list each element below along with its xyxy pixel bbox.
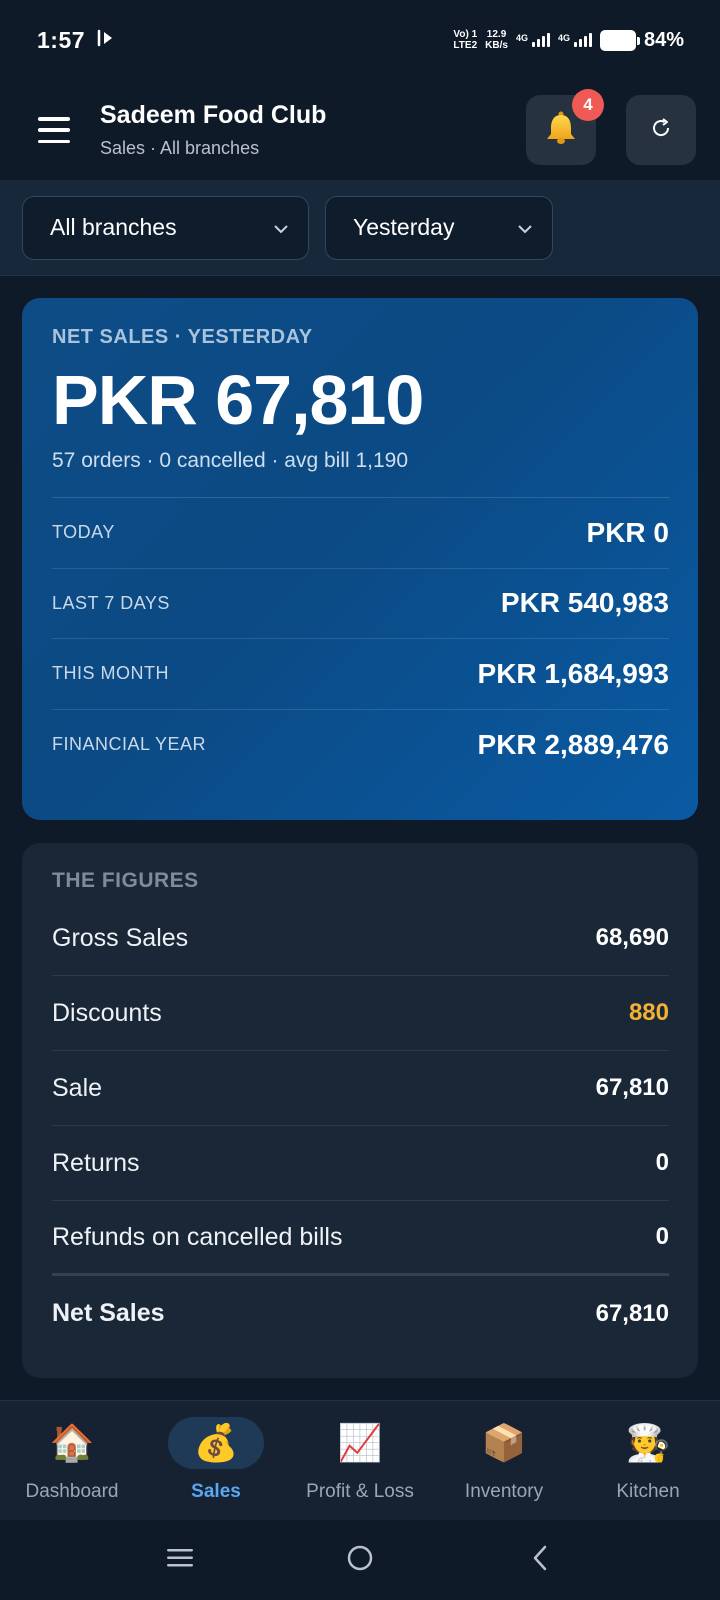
figure-row-gross-sales: Gross Sales 68,690 <box>52 901 669 976</box>
status-bar: 1:57 Vo) 1 LTE2 12.9 KB/s 4G 4G 84% <box>0 0 720 80</box>
back-button[interactable] <box>510 1540 570 1580</box>
battery-indicator: 84% <box>599 28 684 52</box>
battery-icon <box>599 29 640 51</box>
battery-percent: 84% <box>643 28 684 51</box>
system-navigation-bar <box>0 1520 720 1600</box>
figure-row-discounts: Discounts 880 <box>52 976 669 1051</box>
nav-label-kitchen: Kitchen <box>616 1481 680 1502</box>
money-bag-icon: 💰 <box>193 1422 239 1463</box>
nav-item-inventory[interactable]: 📦 Inventory <box>434 1417 574 1503</box>
period-selected: Yesterday <box>353 214 455 240</box>
cast-icon <box>95 27 117 54</box>
nav-item-kitchen[interactable]: 🧑‍🍳 Kitchen <box>578 1417 718 1503</box>
volte-indicator: Vo) 1 LTE2 <box>453 29 478 51</box>
net-sales-amount: PKR 67,810 <box>52 361 424 439</box>
status-time: 1:57 <box>37 26 86 53</box>
net-sales-meta: 57 orders · 0 cancelled · avg bill 1,190 <box>52 449 409 472</box>
nav-label-inventory: Inventory <box>464 1481 544 1502</box>
figures-list: Gross Sales 68,690 Discounts 880 Sale 67… <box>52 901 669 1351</box>
branch-dropdown[interactable]: All branches <box>22 195 309 260</box>
figure-row-sale: Sale 67,810 <box>52 1051 669 1126</box>
net-sales-label: NET SALES · YESTERDAY <box>52 326 313 348</box>
recent-apps-icon <box>166 1547 194 1574</box>
period-row-financial-year: FINANCIAL YEAR PKR 2,889,476 <box>52 728 669 760</box>
hamburger-menu-icon[interactable] <box>38 117 70 143</box>
nav-label-profit-loss: Profit & Loss <box>306 1481 414 1502</box>
chevron-down-icon <box>516 214 534 241</box>
signal-sim2-icon: 4G <box>558 33 592 47</box>
cook-icon: 🧑‍🍳 <box>625 1422 671 1463</box>
period-dropdown[interactable]: Yesterday <box>325 195 553 260</box>
chevron-down-icon <box>272 214 290 241</box>
refresh-icon <box>648 115 674 146</box>
branch-selected: All branches <box>50 214 177 240</box>
network-speed: 12.9 KB/s <box>485 29 508 51</box>
bottom-navigation: 🏠 Dashboard 💰 Sales 📈 Profit & Loss 📦 In… <box>0 1400 720 1520</box>
nav-label-sales: Sales <box>191 1481 241 1502</box>
app-subtitle: Sales · All branches <box>100 138 260 158</box>
period-row-last-7-days: LAST 7 DAYS PKR 540,983 <box>52 569 669 639</box>
back-arrow-icon <box>530 1544 550 1577</box>
package-icon: 📦 <box>481 1422 527 1463</box>
home-button[interactable] <box>330 1540 390 1580</box>
notifications-button[interactable]: 4 <box>526 89 604 165</box>
period-row-this-month: THIS MONTH PKR 1,684,993 <box>52 639 669 710</box>
sales-screen: 1:57 Vo) 1 LTE2 12.9 KB/s 4G 4G 84% Sade… <box>0 0 720 1600</box>
period-summary-list: TODAY PKR 0 LAST 7 DAYS PKR 540,983 THIS… <box>52 497 669 780</box>
app-header: Sadeem Food Club Sales · All branches 4 <box>0 80 720 180</box>
house-icon: 🏠 <box>49 1422 95 1463</box>
signal-sim1-icon: 4G <box>516 33 550 47</box>
nav-item-sales[interactable]: 💰 Sales <box>146 1417 286 1503</box>
figures-title: THE FIGURES <box>52 869 199 892</box>
nav-item-profit-loss[interactable]: 📈 Profit & Loss <box>290 1417 430 1503</box>
nav-label-dashboard: Dashboard <box>25 1481 119 1502</box>
status-left: 1:57 <box>37 27 117 54</box>
recent-apps-button[interactable] <box>150 1540 210 1580</box>
app-title: Sadeem Food Club <box>100 101 327 129</box>
refresh-button[interactable] <box>626 95 696 165</box>
figure-row-returns: Returns 0 <box>52 1126 669 1201</box>
figure-row-refunds: Refunds on cancelled bills 0 <box>52 1201 669 1276</box>
status-right: Vo) 1 LTE2 12.9 KB/s 4G 4G 84% <box>453 29 684 52</box>
period-row-today: TODAY PKR 0 <box>52 498 669 569</box>
chart-increasing-icon: 📈 <box>337 1422 383 1463</box>
filter-bar: All branches Yesterday <box>0 180 720 276</box>
notification-badge: 4 <box>572 89 604 121</box>
header-titles: Sadeem Food Club Sales · All branches <box>100 101 526 159</box>
home-circle-icon <box>345 1543 375 1578</box>
figures-card: THE FIGURES Gross Sales 68,690 Discounts… <box>22 843 698 1378</box>
net-sales-card: NET SALES · YESTERDAY PKR 67,810 57 orde… <box>22 298 698 820</box>
nav-item-dashboard[interactable]: 🏠 Dashboard <box>2 1417 142 1503</box>
figure-row-net-sales: Net Sales 67,810 <box>52 1299 669 1327</box>
